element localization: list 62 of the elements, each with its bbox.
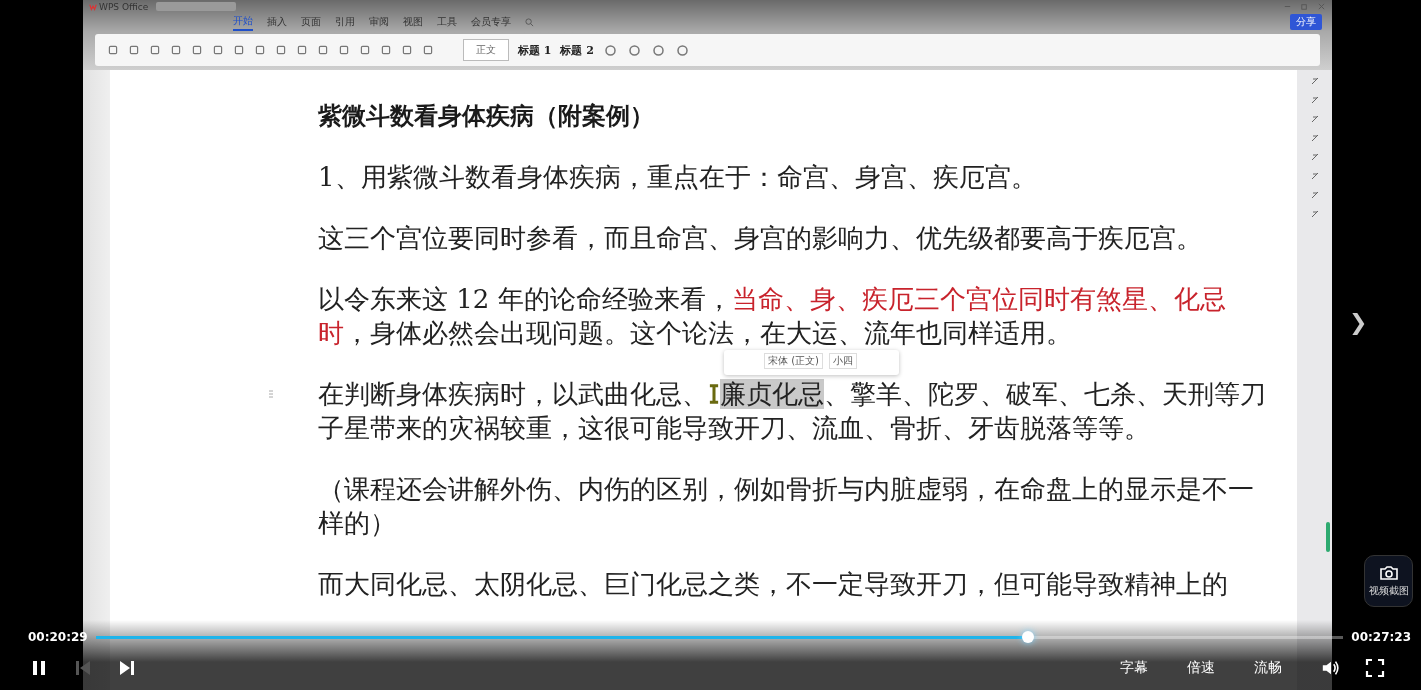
format-icon[interactable]	[275, 44, 287, 56]
panel-icon[interactable]	[1309, 133, 1320, 143]
format-icon[interactable]	[107, 44, 119, 56]
player-option[interactable]: 倍速	[1187, 659, 1215, 677]
paragraph: 这三个宫位要同时参看，而且命宫、身宫的影响力、优先级都要高于疾厄宫。	[318, 222, 1203, 255]
format-icon[interactable]	[128, 44, 140, 56]
format-icon[interactable]	[254, 44, 266, 56]
share-button[interactable]: 分享	[1290, 14, 1322, 30]
paragraph: 1、用紫微斗数看身体疾病，重点在于：命宫、身宫、疾厄宫。	[318, 161, 1038, 194]
drag-handle-icon[interactable]	[268, 389, 274, 399]
format-icon[interactable]	[338, 44, 350, 56]
next-icon[interactable]	[117, 658, 137, 678]
tool-icon[interactable]	[602, 42, 618, 58]
tool-icon[interactable]	[626, 42, 642, 58]
panel-icon[interactable]	[1309, 95, 1320, 105]
panel-icon[interactable]	[1309, 152, 1320, 162]
format-icon[interactable]	[296, 44, 308, 56]
total-time: 00:27:23	[1351, 630, 1411, 644]
format-icon[interactable]	[191, 44, 203, 56]
format-icon[interactable]	[212, 44, 224, 56]
camera-icon	[1378, 564, 1399, 581]
style-option[interactable]: 标题 2	[560, 42, 594, 58]
menu-tab[interactable]: 页面	[301, 14, 321, 30]
style-option[interactable]: 正文	[463, 39, 509, 61]
paragraph: 而大同化忌、太阴化忌、巨门化忌之类，不一定导致开刀，但可能导致精神上的	[318, 568, 1229, 601]
format-icon[interactable]	[401, 44, 413, 56]
format-icon[interactable]	[170, 44, 182, 56]
tool-icon[interactable]	[674, 42, 690, 58]
format-icon[interactable]	[422, 44, 434, 56]
menu-tab[interactable]: 视图	[403, 14, 423, 30]
screenshot-button[interactable]: 视频截图	[1364, 555, 1413, 607]
paragraph: （课程还会讲解外伤、内伤的区别，例如骨折与内脏虚弱，在命盘上的显示是不一样的）	[318, 473, 1255, 540]
format-icon[interactable]	[317, 44, 329, 56]
paragraph: 在判断身体疾病时，以武曲化忌、 廉贞化忌、擎羊、陀罗、破军、七杀、天刑等刀子星带来的灾祸较重，这很可能导致开刀、流血、骨折、牙齿脱落等等。	[318, 378, 1267, 445]
panel-icon[interactable]	[1309, 190, 1320, 200]
tool-icon[interactable]	[650, 42, 666, 58]
panel-icon[interactable]	[1309, 171, 1320, 181]
format-icon[interactable]	[359, 44, 371, 56]
paragraph: 以令东来这 12 年的论命经验来看，当命、身、疾厄三个宫位同时有煞星、化忌时，身体必然会出现问题。这个论法，在大运、流年也同样适用。	[318, 283, 1227, 350]
player-option[interactable]: 字幕	[1120, 659, 1148, 677]
search-icon[interactable]	[525, 17, 534, 27]
panel-icon[interactable]	[1309, 76, 1320, 86]
menu-tab[interactable]: 插入	[267, 14, 287, 30]
player-option[interactable]: 流畅	[1254, 659, 1282, 677]
menu-tab[interactable]: 工具	[437, 14, 457, 30]
panel-icon[interactable]	[1309, 209, 1320, 219]
menu-tab[interactable]: 会员专享	[471, 14, 511, 30]
scroll-thumb[interactable]	[1326, 522, 1330, 552]
text-cursor-icon	[708, 383, 720, 405]
fullscreen-icon[interactable]	[1365, 658, 1385, 678]
document-title: 紫微斗数看身体疾病（附案例）	[318, 100, 655, 132]
format-icon[interactable]	[233, 44, 245, 56]
font-dropdown[interactable]: 宋体 (正文)	[764, 353, 823, 369]
panel-icon[interactable]	[1309, 114, 1320, 124]
format-icon[interactable]	[149, 44, 161, 56]
menu-tab[interactable]: 引用	[335, 14, 355, 30]
size-dropdown[interactable]: 小四	[829, 353, 857, 369]
logo-icon	[89, 2, 97, 11]
style-option[interactable]: 标题 1	[518, 42, 552, 58]
format-icon[interactable]	[380, 44, 392, 56]
next-arrow[interactable]: ❯	[1349, 310, 1368, 335]
menu-tab[interactable]: 审阅	[369, 14, 389, 30]
